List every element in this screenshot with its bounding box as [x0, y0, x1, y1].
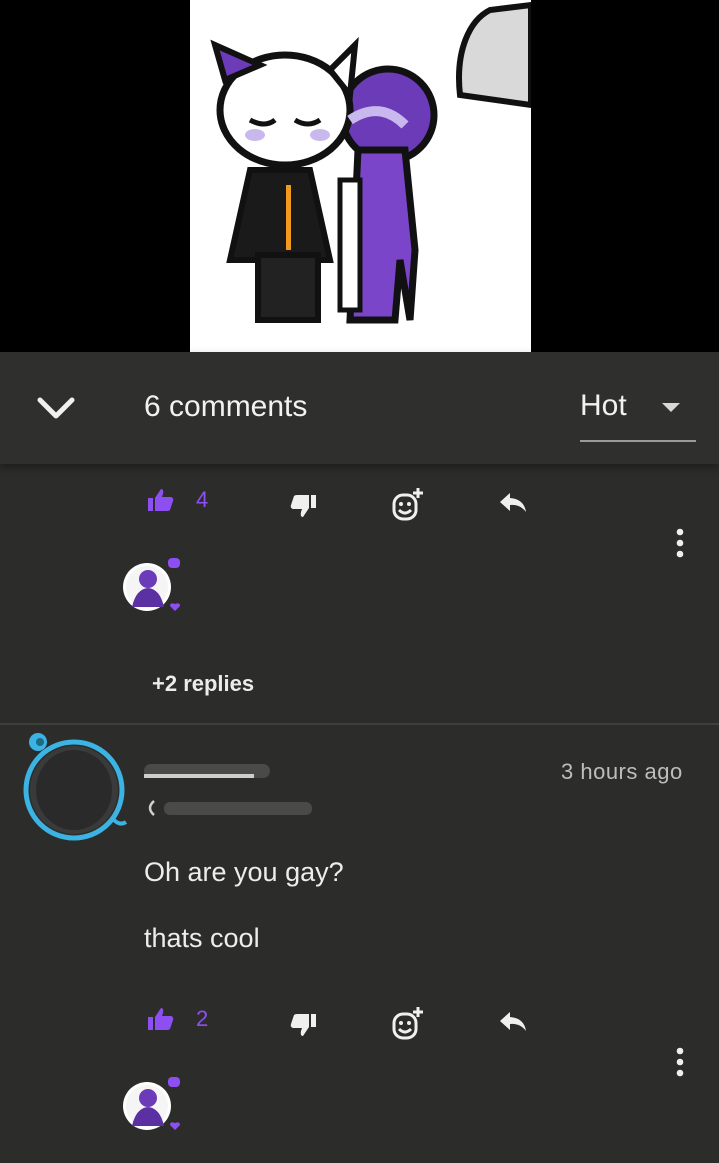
comment-actions: 4: [0, 487, 719, 527]
comment-text-line: Oh are you gay?: [144, 857, 344, 887]
post-drawing-image[interactable]: [190, 0, 531, 352]
more-vertical-icon[interactable]: [670, 527, 690, 561]
thumbs-down-icon: [290, 1014, 316, 1038]
reply-icon: [498, 1010, 528, 1034]
dislike-button[interactable]: [290, 1014, 316, 1038]
reaction-avatar[interactable]: [120, 557, 182, 619]
chevron-down-icon[interactable]: [36, 394, 76, 422]
add-reaction-icon: [390, 487, 426, 523]
reply-button[interactable]: [498, 1010, 528, 1034]
like-button[interactable]: 2: [148, 1006, 208, 1032]
add-reaction-button[interactable]: [390, 1006, 426, 1042]
add-reaction-button[interactable]: [390, 487, 426, 523]
post-image-area: [0, 0, 719, 352]
more-vertical-icon[interactable]: [670, 1046, 690, 1080]
view-replies-link[interactable]: +2 replies: [152, 671, 254, 697]
thumbs-down-icon: [290, 495, 316, 519]
add-reaction-icon: [390, 1006, 426, 1042]
reply-icon: [498, 491, 528, 515]
comment-divider: [0, 723, 719, 725]
caret-down-icon: [662, 403, 680, 412]
comment-text-line: thats cool: [144, 923, 260, 953]
sort-dropdown[interactable]: Hot: [580, 385, 696, 442]
comment-actions: 2: [0, 1006, 719, 1046]
like-count: 4: [196, 487, 209, 512]
commenter-subtitle-redacted: [144, 797, 312, 819]
comments-count-label: 6 comments: [144, 390, 308, 423]
thumbs-up-icon: [148, 488, 174, 512]
like-button[interactable]: 4: [148, 487, 208, 513]
commenter-avatar[interactable]: [18, 730, 130, 842]
reaction-avatar[interactable]: [120, 1076, 182, 1138]
reply-button[interactable]: [498, 491, 528, 515]
like-count: 2: [196, 1006, 209, 1031]
sort-label: Hot: [580, 389, 627, 422]
commenter-name-redacted: [144, 760, 270, 782]
dislike-button[interactable]: [290, 495, 316, 519]
thumbs-up-icon: [148, 1007, 174, 1031]
drawing-svg: [210, 1, 531, 324]
comment-timestamp: 3 hours ago: [561, 759, 683, 784]
